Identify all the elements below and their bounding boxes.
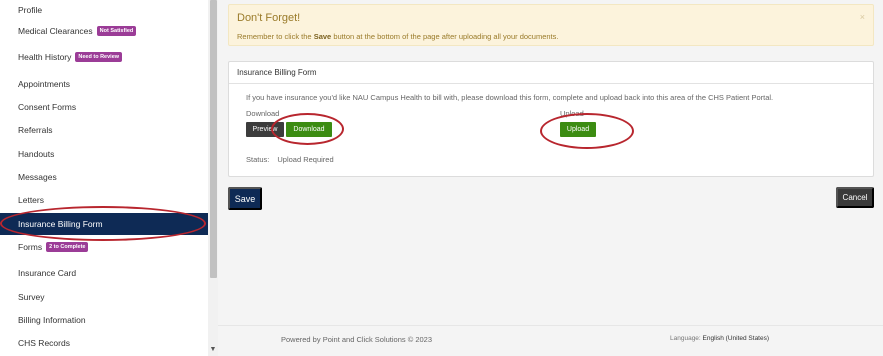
card-title: Insurance Billing Form (229, 62, 873, 84)
sidebar-item-messages[interactable]: Messages (0, 167, 208, 187)
sidebar-item-label: Health History (18, 52, 72, 62)
language-value: English (United States) (702, 335, 770, 342)
status-badge: 2 to Complete (46, 242, 89, 252)
alert-text-part: Remember to click the (237, 32, 314, 41)
download-label: Download (246, 109, 280, 118)
scroll-down-arrow-icon[interactable]: ▼ (209, 346, 217, 354)
reminder-alert: Don't Forget! Remember to click the Save… (228, 4, 874, 46)
alert-text-bold: Save (313, 32, 332, 41)
status-badge: Not Satisfied (96, 26, 137, 36)
sidebar-nav: Profile Medical Clearances Not Satisfied … (0, 0, 210, 356)
status-label: Status: (246, 155, 270, 164)
sidebar-item-appointments[interactable]: Appointments (0, 74, 208, 94)
main-content: Don't Forget! Remember to click the Save… (218, 0, 883, 356)
card-intro-text: If you have insurance you'd like NAU Cam… (246, 93, 774, 102)
sidebar-item-consent-forms[interactable]: Consent Forms (0, 97, 208, 117)
sidebar-item-label: Letters (18, 195, 44, 205)
footer-powered-by: Powered by Point and Click Solutions © 2… (281, 335, 433, 344)
sidebar-item-billing-information[interactable]: Billing Information (0, 310, 208, 330)
sidebar-item-forms[interactable]: Forms 2 to Complete (0, 237, 208, 257)
upload-label: Upload (560, 109, 584, 118)
sidebar-item-label: Profile (18, 5, 43, 15)
language-selector[interactable]: Language: English (United States) (670, 335, 769, 342)
sidebar-item-label: Handouts (18, 149, 55, 159)
download-button[interactable]: Download (286, 122, 332, 137)
sidebar-item-insurance-card[interactable]: Insurance Card (0, 263, 208, 283)
sidebar-item-referrals[interactable]: Referrals (0, 120, 208, 140)
sidebar-item-chs-records[interactable]: CHS Records (0, 333, 208, 353)
status-value: Upload Required (277, 155, 334, 164)
sidebar-item-label: Survey (18, 292, 45, 302)
sidebar-item-label: Insurance Card (18, 268, 77, 278)
sidebar-item-label: Referrals (18, 125, 53, 135)
status-badge: Need to Review (75, 52, 123, 62)
language-label: Language: (670, 335, 701, 342)
save-button[interactable]: Save (228, 187, 262, 210)
footer-divider (218, 325, 883, 326)
sidebar-item-label: Billing Information (18, 315, 86, 325)
sidebar-item-health-history[interactable]: Health History Need to Review (0, 47, 208, 67)
alert-text-part: button at the bottom of the page after u… (331, 32, 559, 41)
sidebar-scrollbar-thumb[interactable] (210, 0, 217, 278)
cancel-button[interactable]: Cancel (836, 187, 874, 208)
sidebar-item-label: Messages (18, 172, 57, 182)
sidebar-item-label: CHS Records (18, 338, 70, 348)
sidebar-item-survey[interactable]: Survey (0, 287, 208, 307)
sidebar-item-profile[interactable]: Profile (0, 0, 208, 20)
alert-text: Remember to click the Save button at the… (237, 32, 558, 41)
alert-title: Don't Forget! (237, 12, 301, 24)
upload-button[interactable]: Upload (560, 122, 596, 137)
sidebar-item-label: Medical Clearances (18, 26, 93, 36)
preview-button[interactable]: Preview (246, 122, 284, 137)
sidebar-item-label: Forms (18, 242, 43, 252)
sidebar-item-label: Consent Forms (18, 102, 77, 112)
sidebar-item-label: Appointments (18, 79, 70, 89)
close-icon[interactable]: × (860, 12, 865, 22)
sidebar-item-letters[interactable]: Letters (0, 190, 208, 210)
sidebar-item-handouts[interactable]: Handouts (0, 144, 208, 164)
status-line: Status: Upload Required (246, 155, 334, 164)
insurance-billing-card: Insurance Billing Form If you have insur… (228, 61, 874, 177)
sidebar-item-medical-clearances[interactable]: Medical Clearances Not Satisfied (0, 21, 208, 41)
sidebar-item-label: Insurance Billing Form (18, 219, 103, 229)
sidebar-item-insurance-billing-form[interactable]: Insurance Billing Form (0, 213, 208, 235)
